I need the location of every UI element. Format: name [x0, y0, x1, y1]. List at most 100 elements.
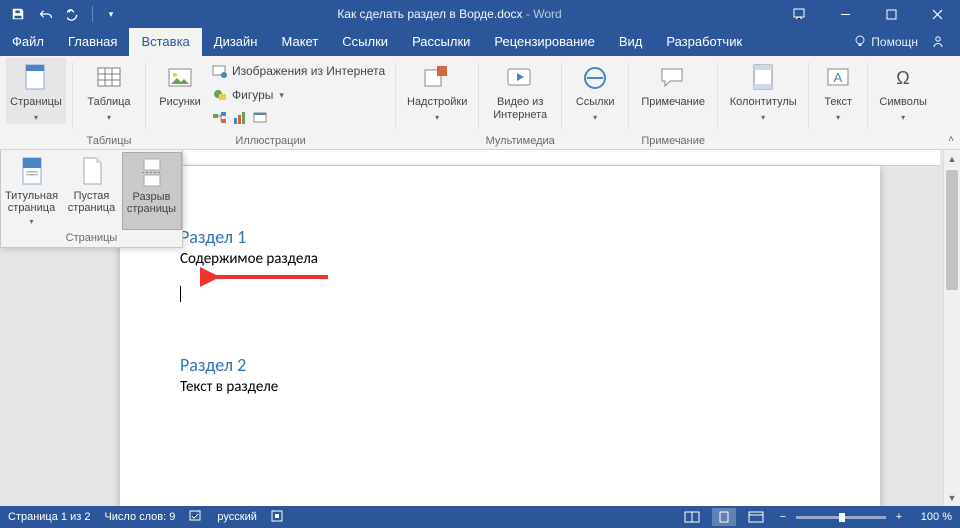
zoom-control: − + 100 % — [776, 511, 952, 523]
chevron-down-icon: ▾ — [435, 111, 439, 124]
zoom-in-button[interactable]: + — [892, 511, 906, 523]
minimize-button[interactable] — [822, 0, 868, 28]
horizontal-ruler[interactable] — [120, 150, 940, 166]
comment-button[interactable]: Примечание — [635, 58, 711, 109]
status-macro[interactable] — [271, 510, 283, 525]
tab-mailings[interactable]: Рассылки — [400, 28, 482, 56]
tab-review[interactable]: Рецензирование — [482, 28, 606, 56]
status-bar: Страница 1 из 2 Число слов: 9 русский − … — [0, 506, 960, 528]
status-spellcheck[interactable] — [189, 510, 203, 525]
tab-insert[interactable]: Вставка — [129, 28, 201, 56]
textbox-icon: A — [822, 62, 854, 94]
scroll-down-icon[interactable]: ▼ — [944, 489, 960, 506]
group-comments: Примечание Примечание — [629, 56, 717, 150]
smartart-icon[interactable] — [212, 110, 228, 131]
shapes-icon — [212, 87, 228, 103]
symbols-button[interactable]: Ω Символы ▾ — [874, 58, 932, 124]
svg-text:Ω: Ω — [896, 68, 909, 88]
svg-text:A: A — [834, 70, 843, 85]
header-footer-button[interactable]: Колонтитулы ▾ — [724, 58, 802, 124]
shapes-label: Фигуры — [232, 88, 273, 102]
ribbon: Страницы ▾ . Таблица ▾ Таблицы Рисунки — [0, 56, 960, 150]
ribbon-options-icon[interactable] — [776, 0, 822, 28]
pictures-label: Рисунки — [159, 96, 201, 109]
page-break-button[interactable]: Разрыв страницы — [122, 152, 182, 230]
group-label-illustrations: Иллюстрации — [235, 134, 305, 150]
chart-icon[interactable] — [232, 110, 248, 131]
chevron-down-icon: ▾ — [107, 111, 111, 124]
macro-icon — [271, 510, 283, 525]
cover-page-button[interactable]: Титульная страница ▾ — [2, 152, 62, 230]
online-pictures-button[interactable]: Изображения из Интернета — [208, 60, 389, 82]
group-header-footer: Колонтитулы ▾ . — [718, 56, 808, 150]
undo-icon[interactable] — [34, 2, 58, 26]
scroll-thumb[interactable] — [946, 170, 958, 290]
addins-icon — [421, 62, 453, 94]
addins-button[interactable]: Надстройки ▾ — [402, 58, 472, 124]
chevron-down-icon: ▾ — [901, 111, 905, 124]
spellcheck-icon — [189, 510, 203, 525]
symbols-label: Символы — [879, 96, 927, 109]
tab-home[interactable]: Главная — [56, 28, 129, 56]
online-video-button[interactable]: Видео из Интернета — [485, 58, 555, 122]
table-button[interactable]: Таблица ▾ — [79, 58, 139, 124]
group-illustrations: Рисунки Изображения из Интернета Фигуры … — [146, 56, 395, 150]
save-icon[interactable] — [6, 2, 30, 26]
dropdown-group-label: Страницы — [1, 230, 182, 247]
shapes-button[interactable]: Фигуры ▾ — [208, 84, 389, 106]
vertical-scrollbar[interactable]: ▲ ▼ — [943, 150, 960, 506]
tab-design[interactable]: Дизайн — [202, 28, 270, 56]
group-media: Видео из Интернета Мультимедиа — [479, 56, 561, 150]
blank-page-button[interactable]: Пустая страница — [62, 152, 122, 230]
links-button[interactable]: Ссылки ▾ — [568, 58, 622, 124]
view-web-layout[interactable] — [744, 508, 768, 526]
pictures-button[interactable]: Рисунки — [152, 58, 208, 109]
group-label-comments: Примечание — [641, 134, 705, 150]
tab-developer[interactable]: Разработчик — [654, 28, 754, 56]
page-break-icon — [136, 157, 168, 189]
zoom-out-button[interactable]: − — [776, 511, 790, 523]
chevron-down-icon: ▾ — [761, 111, 765, 124]
view-read-mode[interactable] — [680, 508, 704, 526]
picture-icon — [164, 62, 196, 94]
group-addins: Надстройки ▾ . — [396, 56, 478, 150]
zoom-slider[interactable] — [796, 516, 886, 519]
page-break-label: Разрыв страницы — [123, 191, 181, 215]
text-label: Текст — [824, 96, 852, 109]
group-pages-button: Страницы ▾ . — [0, 56, 72, 150]
table-icon — [93, 62, 125, 94]
maximize-button[interactable] — [868, 0, 914, 28]
view-print-layout[interactable] — [712, 508, 736, 526]
comment-icon — [657, 62, 689, 94]
chevron-down-icon: ▾ — [836, 111, 840, 124]
cover-page-icon — [16, 156, 48, 188]
qat-customize-icon[interactable]: ▾ — [99, 2, 123, 26]
tab-references[interactable]: Ссылки — [330, 28, 400, 56]
status-word-count[interactable]: Число слов: 9 — [104, 511, 175, 523]
redo-icon[interactable] — [62, 2, 86, 26]
table-label: Таблица — [87, 96, 130, 109]
zoom-value[interactable]: 100 % — [912, 511, 952, 523]
scroll-up-icon[interactable]: ▲ — [944, 150, 960, 167]
window-title: Как сделать раздел в Ворде.docx - Word — [123, 7, 776, 21]
status-page[interactable]: Страница 1 из 2 — [8, 511, 90, 523]
pages-button[interactable]: Страницы ▾ — [6, 58, 66, 124]
tell-me[interactable]: Помощн — [853, 34, 918, 51]
collapse-ribbon-icon[interactable]: ˄ — [948, 134, 954, 145]
addins-label: Надстройки — [407, 96, 467, 109]
tab-file[interactable]: Файл — [0, 28, 56, 56]
share-icon[interactable] — [928, 32, 948, 52]
group-label-tables: Таблицы — [87, 134, 132, 150]
tab-layout[interactable]: Макет — [269, 28, 330, 56]
window-controls — [776, 0, 960, 28]
status-language[interactable]: русский — [217, 511, 256, 523]
video-icon — [504, 62, 536, 94]
close-button[interactable] — [914, 0, 960, 28]
screenshot-icon[interactable] — [252, 110, 268, 131]
group-tables: Таблица ▾ Таблицы — [73, 56, 145, 150]
heading-1: Раздел 1 — [180, 226, 820, 248]
text-button[interactable]: A Текст ▾ — [815, 58, 861, 124]
document-page[interactable]: Раздел 1 Содержимое раздела Раздел 2 Тек… — [120, 166, 880, 506]
tab-view[interactable]: Вид — [607, 28, 655, 56]
online-pictures-label: Изображения из Интернета — [232, 64, 385, 78]
